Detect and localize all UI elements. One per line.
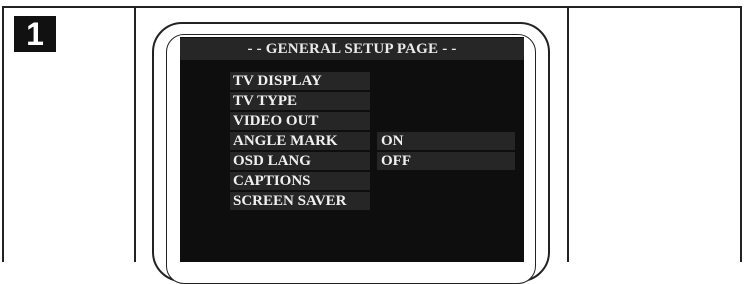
menu-item-screen-saver[interactable]: SCREEN SAVER [230,192,370,210]
option-off[interactable]: OFF [377,152,515,170]
osd-page-title: - - GENERAL SETUP PAGE - - [180,38,524,60]
step-number-badge: 1 [14,16,56,52]
menu-item-osd-lang[interactable]: OSD LANG [230,152,370,170]
option-on[interactable]: ON [377,132,515,150]
osd-screen: - - GENERAL SETUP PAGE - - TV DISPLAY TV… [180,37,524,262]
left-column-divider [134,6,136,262]
menu-item-angle-mark[interactable]: ANGLE MARK [230,132,370,150]
right-column-divider [567,6,569,262]
menu-item-captions[interactable]: CAPTIONS [230,172,370,190]
menu-item-tv-type[interactable]: TV TYPE [230,92,370,110]
menu-item-tv-display[interactable]: TV DISPLAY [230,72,370,90]
menu-item-video-out[interactable]: VIDEO OUT [230,112,370,130]
